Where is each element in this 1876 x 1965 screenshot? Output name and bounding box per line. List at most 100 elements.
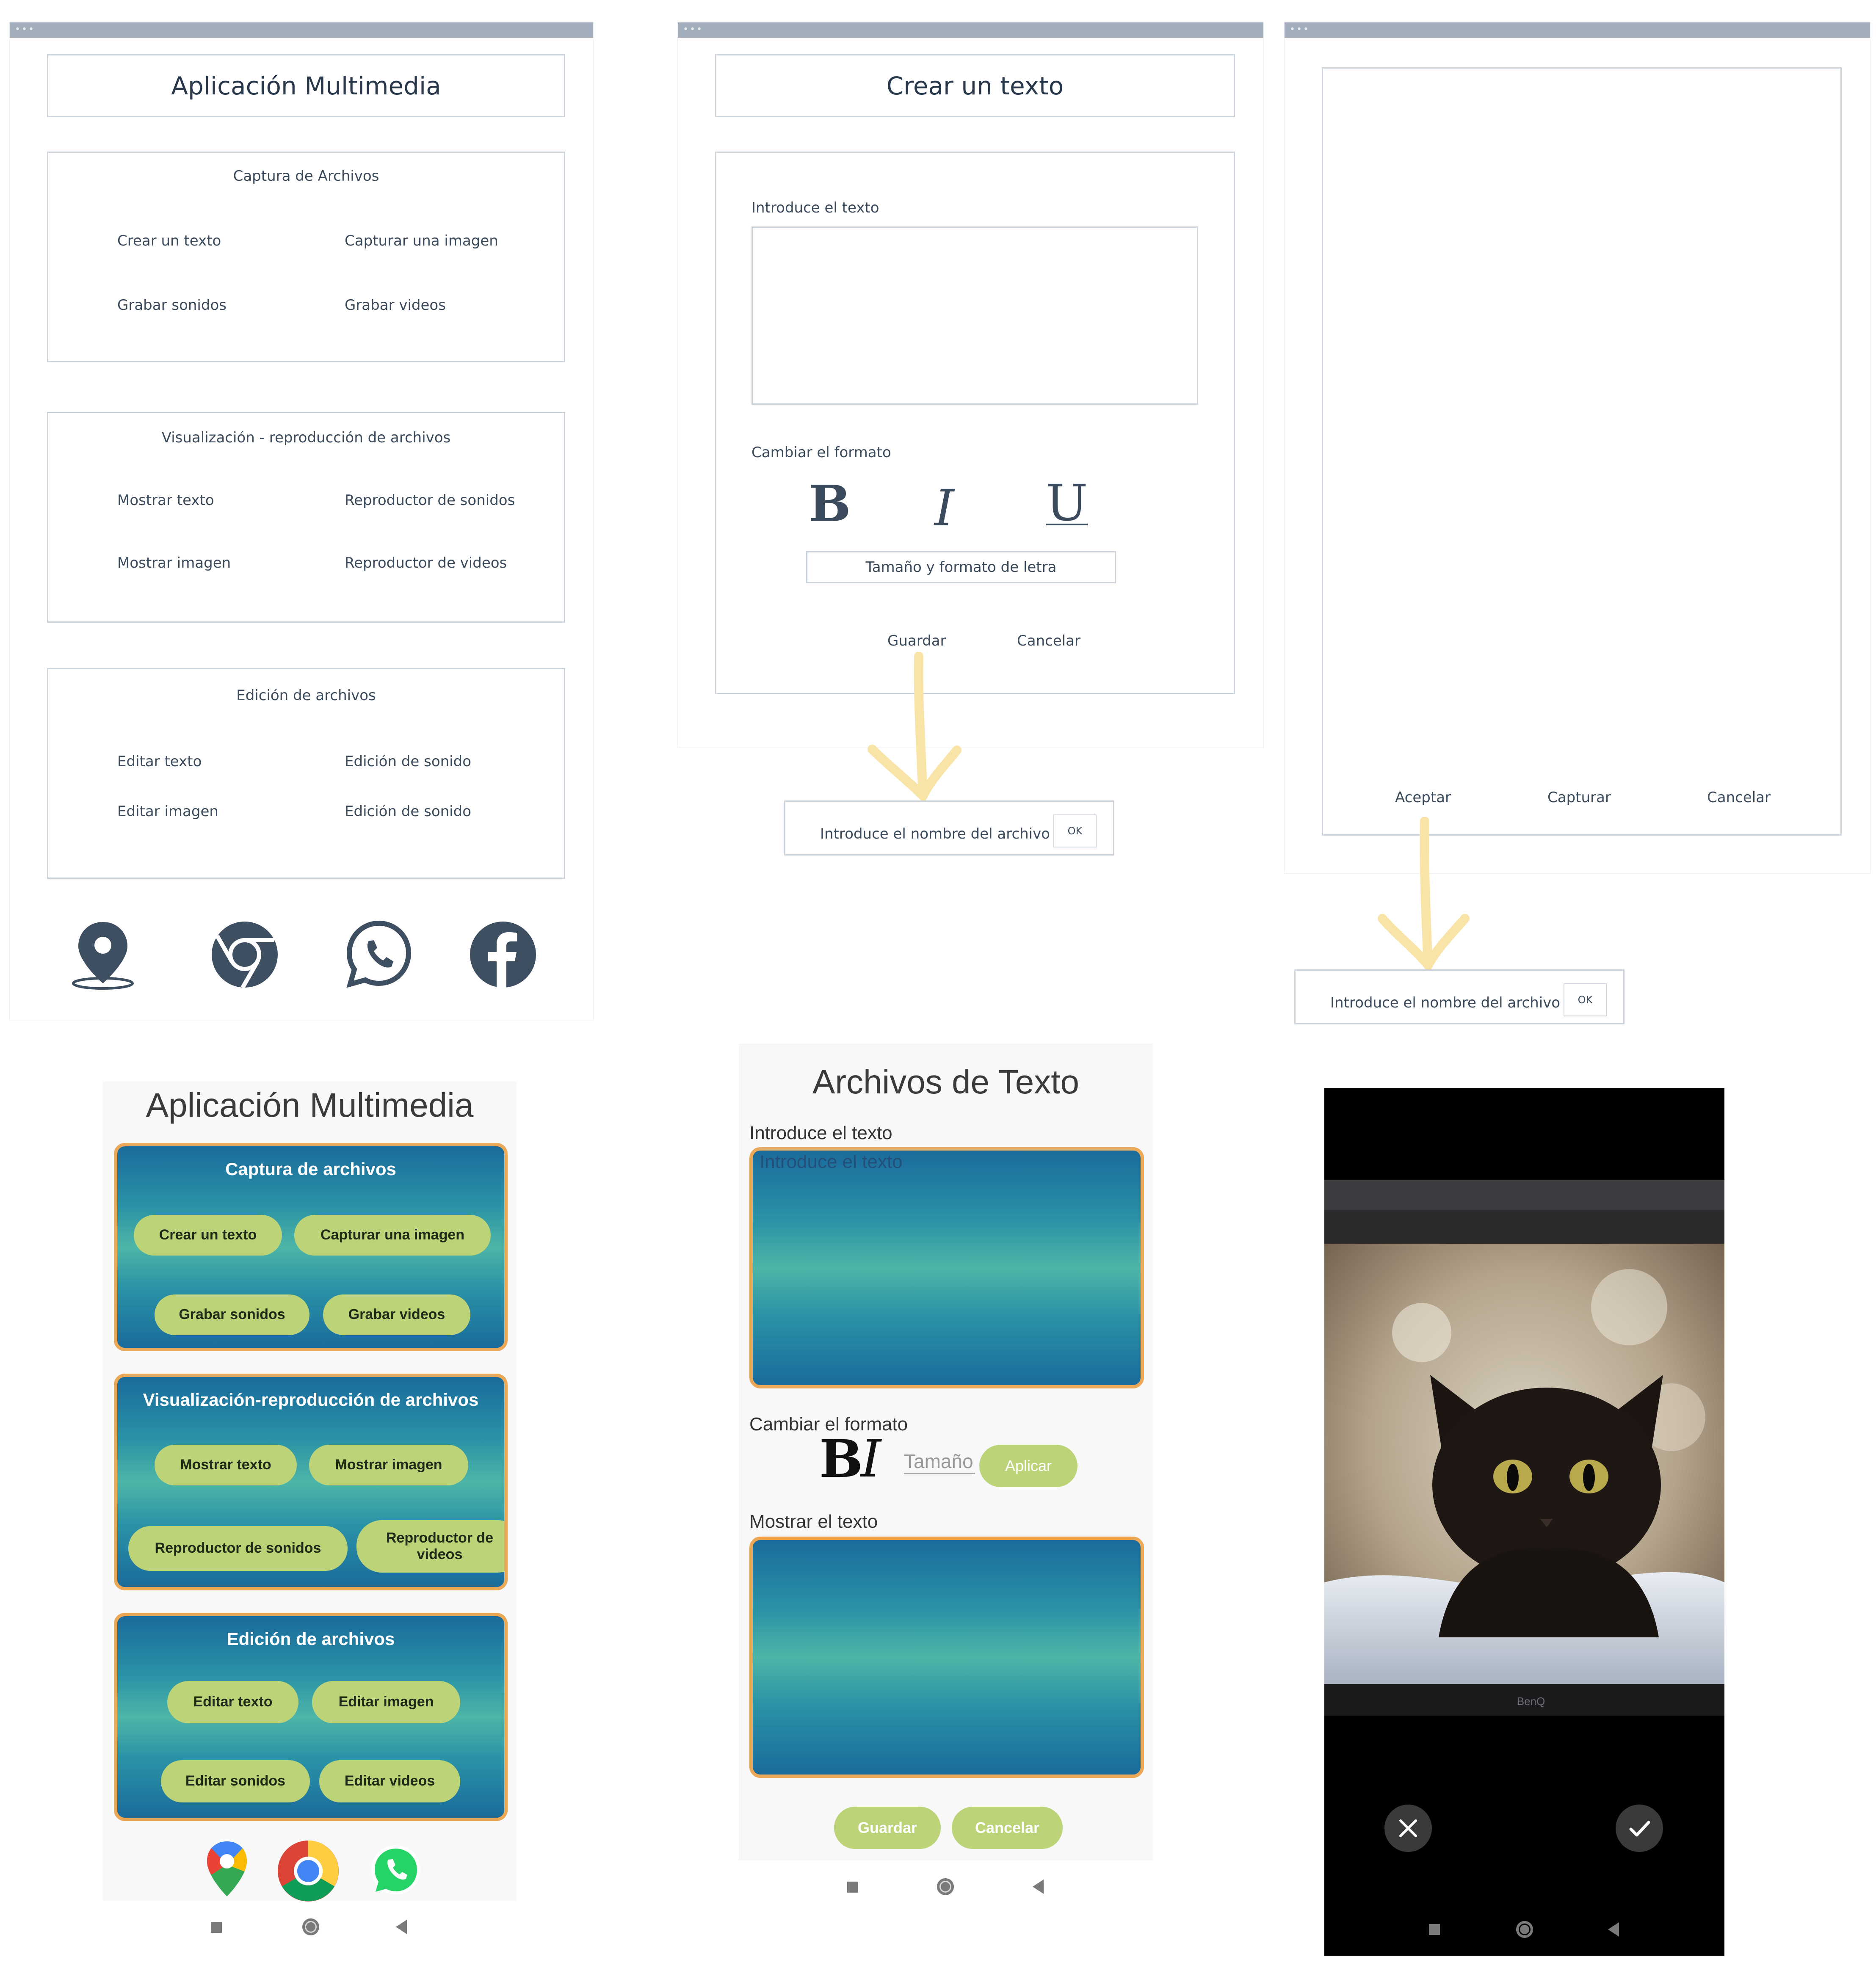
capturar-imagen-button[interactable]: Capturar una imagen (294, 1215, 491, 1256)
mostrar-imagen-button[interactable]: Mostrar imagen (309, 1445, 468, 1485)
underline-button[interactable]: U (1046, 478, 1088, 528)
page-title: Aplicación Multimedia (146, 1086, 474, 1124)
filename-prompt: Introduce el nombre del archivo (820, 825, 1050, 842)
grabar-sonidos-link[interactable]: Grabar sonidos (117, 297, 227, 314)
back-button[interactable] (396, 1920, 407, 1934)
visualizacion-card: Visualización-reproducción de archivos M… (114, 1374, 508, 1590)
font-size-input[interactable]: Tamaño (904, 1450, 975, 1474)
back-button[interactable] (1033, 1879, 1044, 1894)
section-heading: Visualización - reproducción de archivos (161, 429, 451, 446)
crear-texto-button[interactable]: Crear un texto (134, 1215, 282, 1256)
text-input-area[interactable] (752, 226, 1198, 405)
page-title: Crear un texto (715, 54, 1235, 117)
mostrar-imagen-link[interactable]: Mostrar imagen (117, 555, 231, 571)
edicion-sonido-link-2[interactable]: Edición de sonido (345, 803, 471, 820)
ok-button[interactable]: OK (1053, 814, 1097, 847)
camera-viewport: Aceptar Capturar Cancelar (1322, 67, 1842, 836)
page-title: Aplicación Multimedia (47, 54, 565, 117)
reproductor-videos-link[interactable]: Reproductor de videos (345, 555, 507, 571)
grabar-sonidos-button[interactable]: Grabar sonidos (155, 1294, 309, 1335)
window-titlebar: ••• (678, 22, 1263, 38)
aceptar-button[interactable]: Aceptar (1395, 789, 1451, 806)
google-maps-icon[interactable] (204, 1839, 250, 1899)
back-button[interactable] (1608, 1922, 1619, 1937)
input-label: Introduce el texto (749, 1123, 892, 1143)
italic-button[interactable]: I (861, 1433, 881, 1485)
reproductor-sonidos-button[interactable]: Reproductor de sonidos (128, 1526, 348, 1571)
captured-photo: BenQ (1324, 1180, 1724, 1716)
page-title: Archivos de Texto (812, 1063, 1079, 1101)
phone-main-screen: Aplicación Multimedia Captura de archivo… (103, 1082, 517, 1935)
cancelar-button[interactable]: Cancelar (1017, 632, 1080, 649)
wireframe-camera-window: ••• Aceptar Capturar Cancelar (1284, 22, 1870, 874)
grabar-videos-link[interactable]: Grabar videos (345, 297, 446, 314)
recent-apps-button[interactable] (1429, 1924, 1440, 1935)
window-titlebar: ••• (10, 22, 593, 38)
edicion-card: Edición de archivos Editar texto Editar … (114, 1613, 508, 1821)
editar-texto-link[interactable]: Editar texto (117, 753, 202, 770)
phone-text-screen: Archivos de Texto Introduce el texto Int… (739, 1043, 1153, 1895)
home-button[interactable] (1516, 1921, 1533, 1938)
recent-apps-button[interactable] (211, 1922, 222, 1933)
grabar-videos-button[interactable]: Grabar videos (323, 1294, 470, 1335)
crear-texto-link[interactable]: Crear un texto (117, 232, 221, 249)
font-size-button-label: Tamaño y formato de letra (865, 559, 1057, 576)
monitor-brand: BenQ (1517, 1695, 1545, 1708)
captura-card: Captura de archivos Crear un texto Captu… (114, 1143, 508, 1351)
guardar-button[interactable]: Guardar (834, 1807, 941, 1849)
mostrar-texto-button[interactable]: Mostrar texto (155, 1445, 297, 1485)
show-label: Mostrar el texto (749, 1511, 878, 1532)
edicion-section: Edición de archivos Editar texto Edición… (47, 668, 565, 879)
map-pin-icon[interactable] (69, 920, 137, 990)
text-display (749, 1537, 1144, 1778)
mostrar-texto-link[interactable]: Mostrar texto (117, 492, 214, 509)
card-title: Edición de archivos (227, 1629, 395, 1649)
ok-button[interactable]: OK (1564, 983, 1607, 1016)
chrome-icon[interactable] (211, 921, 279, 988)
chrome-icon[interactable] (276, 1839, 340, 1903)
filename-prompt: Introduce el nombre del archivo (1330, 994, 1561, 1011)
home-button[interactable] (302, 1918, 319, 1935)
editar-imagen-button[interactable]: Editar imagen (312, 1681, 460, 1723)
recent-apps-button[interactable] (847, 1882, 858, 1893)
input-label: Introduce el texto (752, 199, 879, 216)
flow-arrow (868, 652, 961, 804)
close-icon[interactable] (1384, 1805, 1432, 1852)
whatsapp-icon[interactable] (344, 919, 414, 989)
guardar-button[interactable]: Guardar (887, 632, 946, 649)
filename-dialog: Introduce el nombre del archivo OK (784, 800, 1114, 856)
whatsapp-icon[interactable] (370, 1844, 423, 1896)
bold-button[interactable]: B (809, 479, 851, 529)
visualizacion-section: Visualización - reproducción de archivos… (47, 412, 565, 623)
section-heading: Edición de archivos (236, 687, 376, 704)
text-form: Introduce el texto Cambiar el formato B … (715, 152, 1235, 694)
aplicar-button[interactable]: Aplicar (979, 1445, 1078, 1487)
card-title: Visualización-reproducción de archivos (143, 1390, 479, 1410)
filename-dialog: Introduce el nombre del archivo OK (1294, 969, 1625, 1024)
cancelar-button[interactable]: Cancelar (952, 1807, 1063, 1849)
check-icon[interactable] (1616, 1805, 1663, 1852)
editar-imagen-link[interactable]: Editar imagen (117, 803, 218, 820)
capturar-button[interactable]: Capturar (1547, 789, 1611, 806)
editar-texto-button[interactable]: Editar texto (167, 1681, 298, 1723)
capturar-imagen-link[interactable]: Capturar una imagen (345, 232, 498, 249)
editar-videos-button[interactable]: Editar videos (319, 1760, 460, 1802)
text-input-placeholder: Introduce el texto (760, 1151, 903, 1172)
facebook-icon[interactable] (469, 921, 537, 988)
editar-sonidos-button[interactable]: Editar sonidos (161, 1760, 310, 1802)
bold-button[interactable]: B (819, 1433, 863, 1485)
italic-button[interactable]: I (934, 483, 954, 533)
flow-arrow (1378, 817, 1470, 974)
edicion-sonido-link[interactable]: Edición de sonido (345, 753, 471, 770)
card-title: Captura de archivos (225, 1159, 396, 1179)
font-size-button[interactable]: Tamaño y formato de letra (806, 551, 1116, 583)
reproductor-videos-button[interactable]: Reproductor de videos (356, 1520, 504, 1573)
text-input[interactable]: Introduce el texto (749, 1147, 1144, 1388)
format-label: Cambiar el formato (752, 444, 891, 461)
cancelar-button[interactable]: Cancelar (1707, 789, 1771, 806)
home-button[interactable] (937, 1878, 954, 1895)
wireframe-text-window: ••• Crear un texto Introduce el texto Ca… (677, 22, 1264, 748)
captura-section: Captura de Archivos Crear un texto Captu… (47, 152, 565, 362)
reproductor-sonidos-link[interactable]: Reproductor de sonidos (345, 492, 515, 509)
wireframe-main-window: ••• Aplicación Multimedia Captura de Arc… (9, 22, 594, 1021)
